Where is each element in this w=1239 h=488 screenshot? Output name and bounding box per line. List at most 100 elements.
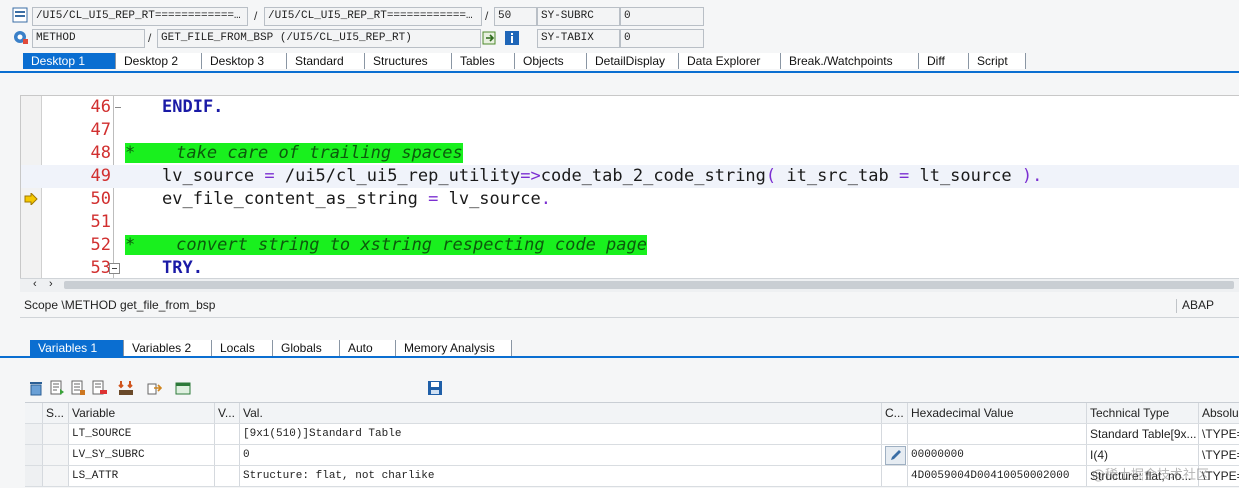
code-line: 53 TRY. xyxy=(21,257,1239,280)
watermark: @稀土掘金技术社区 xyxy=(1092,468,1210,483)
tab-script[interactable]: Script xyxy=(969,53,1026,69)
scroll-thumb[interactable] xyxy=(64,281,1234,289)
col-header-variable[interactable]: Variable xyxy=(69,403,215,423)
execution-pointer-icon xyxy=(24,191,38,208)
line-number: 53 xyxy=(90,258,111,278)
v-cell xyxy=(215,445,240,465)
col-header-hex[interactable]: Hexadecimal Value xyxy=(908,403,1087,423)
code-line: 47 xyxy=(21,119,1239,142)
tab-diff[interactable]: Diff xyxy=(919,53,969,69)
variable-name[interactable]: LT_SOURCE xyxy=(69,424,215,444)
tab-standard[interactable]: Standard xyxy=(287,53,365,69)
variable-name[interactable]: LV_SY_SUBRC xyxy=(69,445,215,465)
delete-icon[interactable] xyxy=(28,380,44,396)
type-field: METHOD xyxy=(32,29,145,48)
line-number: 52 xyxy=(90,235,111,255)
line-field[interactable]: 50 xyxy=(494,7,537,26)
separator: / xyxy=(485,9,489,23)
hex-cell xyxy=(908,424,1087,444)
table-row[interactable]: LT_SOURCE [9x1(510)]Standard Table Stand… xyxy=(25,424,1239,445)
code-line-current: 49 lv_source = /ui5/cl_ui5_rep_utility=>… xyxy=(21,165,1239,188)
sy-tabix-label: SY-TABIX xyxy=(537,29,620,48)
tab-locals[interactable]: Locals xyxy=(212,340,273,356)
sy-tabix-value[interactable]: 0 xyxy=(620,29,704,48)
value-cell[interactable]: Structure: flat, not charlike xyxy=(240,466,882,486)
tab-desktop-3[interactable]: Desktop 3 xyxy=(202,53,287,69)
collapse-icon[interactable] xyxy=(109,263,120,274)
variable-name[interactable]: LS_ATTR xyxy=(69,466,215,486)
code-line: 46 ENDIF. xyxy=(21,96,1239,119)
program-icon xyxy=(12,7,28,23)
change-cell[interactable] xyxy=(882,445,908,465)
separator: / xyxy=(254,9,258,23)
code-text: TRY. xyxy=(162,258,203,278)
tab-data-explorer[interactable]: Data Explorer xyxy=(679,53,781,69)
program-field[interactable]: /UI5/CL_UI5_REP_RT============... xyxy=(32,7,248,26)
row-selector[interactable] xyxy=(25,445,43,465)
col-header-absolute[interactable]: Absolu xyxy=(1199,403,1239,423)
sy-subrc-value[interactable]: 0 xyxy=(620,7,704,26)
col-header-status[interactable]: S... xyxy=(43,403,69,423)
col-header-value[interactable]: Val. xyxy=(240,403,882,423)
tab-breakpoints[interactable]: Break./Watchpoints xyxy=(781,53,919,69)
variable-detail-icon[interactable] xyxy=(49,380,65,396)
row-selector[interactable] xyxy=(25,466,43,486)
line-number: 50 xyxy=(90,189,111,209)
line-number: 49 xyxy=(90,166,111,186)
tab-tables[interactable]: Tables xyxy=(452,53,515,69)
code-editor[interactable]: 46 ENDIF. 47 48 * take care of trailing … xyxy=(20,95,1239,279)
sy-subrc-label: SY-SUBRC xyxy=(537,7,620,26)
language-indicator: ABAP xyxy=(1182,298,1215,312)
collapse-all-icon[interactable] xyxy=(118,380,134,396)
type-cell: I(4) xyxy=(1087,445,1199,465)
change-cell xyxy=(882,466,908,486)
col-header-type[interactable]: Technical Type xyxy=(1087,403,1199,423)
row-selector-header[interactable] xyxy=(25,403,43,423)
scroll-left-icon[interactable]: ‹ xyxy=(33,278,37,290)
tab-structures[interactable]: Structures xyxy=(365,53,452,69)
code-text: * convert string to xstring respecting c… xyxy=(125,235,647,255)
separator: / xyxy=(148,31,152,45)
export-icon[interactable] xyxy=(146,380,163,396)
value-cell[interactable]: 0 xyxy=(240,445,882,465)
navigate-icon[interactable] xyxy=(482,30,498,46)
remove-row-icon[interactable] xyxy=(91,380,107,396)
code-line: 48 * take care of trailing spaces xyxy=(21,142,1239,165)
scope-bar: Scope \METHOD get_file_from_bsp ABAP xyxy=(20,295,1239,318)
edit-list-icon[interactable] xyxy=(70,380,86,396)
tab-detaildisplay[interactable]: DetailDisplay xyxy=(587,53,679,69)
layout-icon[interactable] xyxy=(175,380,191,396)
edit-pencil-icon[interactable] xyxy=(885,446,906,465)
tab-auto[interactable]: Auto xyxy=(340,340,396,356)
col-header-v[interactable]: V... xyxy=(215,403,240,423)
table-row[interactable]: LS_ATTR Structure: flat, not charlike 4D… xyxy=(25,466,1239,487)
tab-desktop-2[interactable]: Desktop 2 xyxy=(116,53,202,69)
hex-cell: 00000000 xyxy=(908,445,1087,465)
save-icon[interactable] xyxy=(427,380,443,396)
v-cell xyxy=(215,466,240,486)
tab-variables-1[interactable]: Variables 1 xyxy=(30,340,124,356)
tab-desktop-1[interactable]: Desktop 1 xyxy=(23,53,116,69)
tab-variables-2[interactable]: Variables 2 xyxy=(124,340,212,356)
tab-objects[interactable]: Objects xyxy=(515,53,587,69)
variables-tabbar: Variables 1 Variables 2 Locals Globals A… xyxy=(0,340,1239,358)
table-row[interactable]: LV_SY_SUBRC 0 00000000 I(4) \TYPE= xyxy=(25,445,1239,466)
absolute-cell: \TYPE= xyxy=(1202,448,1239,462)
tab-globals[interactable]: Globals xyxy=(273,340,340,356)
line-number: 51 xyxy=(90,212,111,232)
line-number: 46 xyxy=(90,97,111,117)
scroll-right-icon[interactable]: › xyxy=(49,278,53,290)
method-field[interactable]: GET_FILE_FROM_BSP (/UI5/CL_UI5_REP_RT) xyxy=(157,29,481,48)
divider xyxy=(1176,299,1177,313)
fold-line xyxy=(115,107,121,108)
include-field[interactable]: /UI5/CL_UI5_REP_RT=============... xyxy=(264,7,482,26)
col-header-change[interactable]: C... xyxy=(882,403,908,423)
editor-hscrollbar[interactable]: ‹ › xyxy=(20,278,1239,292)
method-icon xyxy=(12,29,28,45)
value-cell[interactable]: [9x1(510)]Standard Table xyxy=(240,424,882,444)
row-selector[interactable] xyxy=(25,424,43,444)
code-text: * take care of trailing spaces xyxy=(125,143,463,163)
scope-text: Scope \METHOD get_file_from_bsp xyxy=(24,298,216,312)
tab-memory-analysis[interactable]: Memory Analysis xyxy=(396,340,512,356)
info-icon[interactable] xyxy=(504,30,520,46)
